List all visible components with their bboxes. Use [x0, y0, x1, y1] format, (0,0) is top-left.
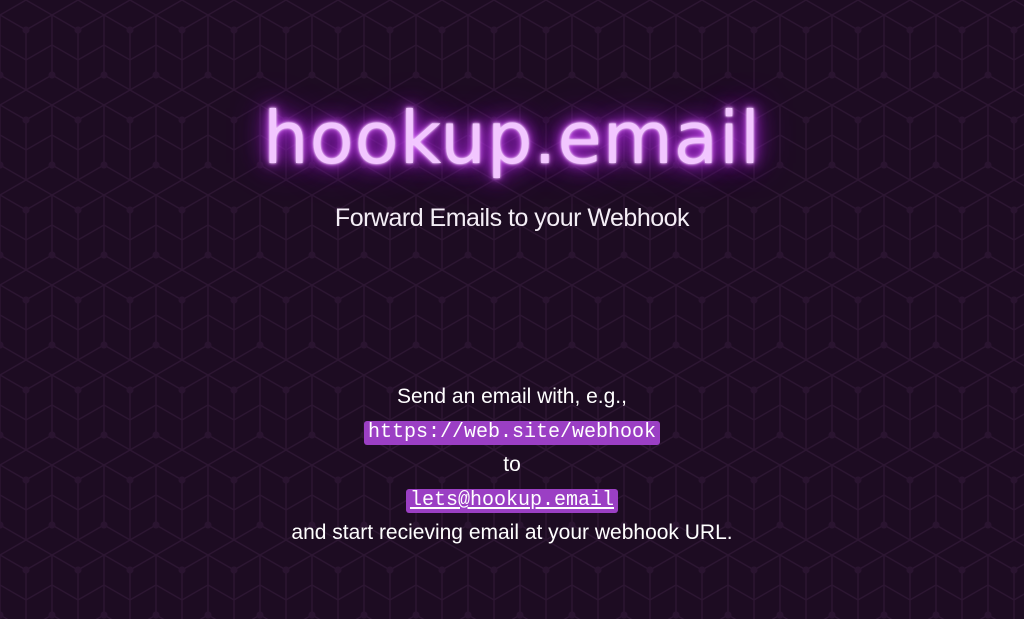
email-address-line: lets@hookup.email [0, 482, 1024, 516]
site-logo: hookup.email [263, 96, 761, 180]
example-url-line: https://web.site/webhook [0, 414, 1024, 448]
example-webhook-url: https://web.site/webhook [363, 421, 661, 445]
main-content: hookup.email Forward Emails to your Webh… [0, 0, 1024, 619]
tagline: Forward Emails to your Webhook [334, 204, 690, 232]
email-address-link[interactable]: lets@hookup.email [405, 489, 619, 513]
instructions: Send an email with, e.g., https://web.si… [0, 380, 1024, 550]
instruction-line-2: to [503, 453, 521, 476]
instruction-line-1: Send an email with, e.g., [397, 385, 627, 408]
instruction-line-3: and start recieving email at your webhoo… [291, 521, 733, 544]
